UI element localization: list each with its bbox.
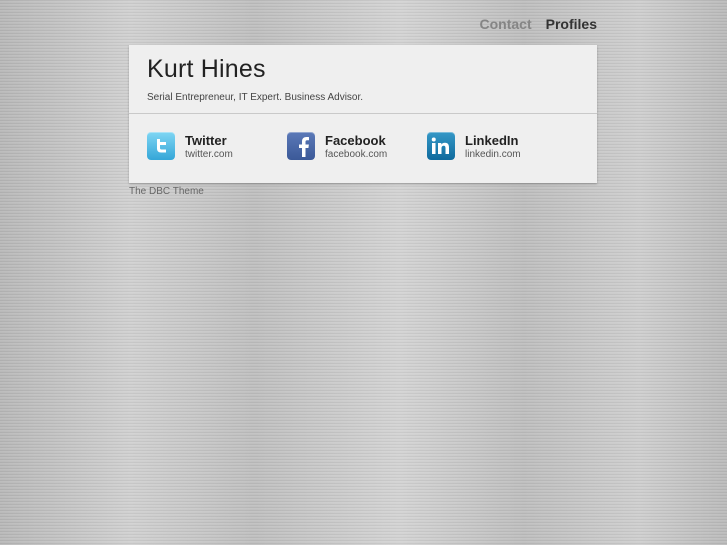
profile-title: Twitter xyxy=(185,133,227,148)
top-nav: Contact Profiles xyxy=(480,16,597,32)
tagline: Serial Entrepreneur, IT Expert. Business… xyxy=(147,92,364,103)
profile-link-linkedin[interactable]: LinkedIn linkedin.com xyxy=(427,132,521,162)
profile-title: Facebook xyxy=(325,133,386,148)
linkedin-icon xyxy=(427,132,455,160)
profile-link-twitter[interactable]: Twitter twitter.com xyxy=(147,132,233,162)
facebook-icon xyxy=(287,132,315,160)
nav-link-contact[interactable]: Contact xyxy=(480,16,532,32)
nav-link-profiles[interactable]: Profiles xyxy=(546,16,597,32)
person-name: Kurt Hines xyxy=(147,55,266,83)
social-profiles: Twitter twitter.com Facebook facebook.co… xyxy=(129,114,597,183)
profile-link-facebook[interactable]: Facebook facebook.com xyxy=(287,132,387,162)
profile-url: linkedin.com xyxy=(465,149,521,160)
twitter-icon xyxy=(147,132,175,160)
profile-card: Kurt Hines Serial Entrepreneur, IT Exper… xyxy=(129,45,597,183)
card-header: Kurt Hines Serial Entrepreneur, IT Exper… xyxy=(129,45,597,114)
profile-url: twitter.com xyxy=(185,149,233,160)
footer-theme-credit: The DBC Theme xyxy=(129,186,204,197)
profile-url: facebook.com xyxy=(325,149,388,160)
profile-title: LinkedIn xyxy=(465,133,519,148)
